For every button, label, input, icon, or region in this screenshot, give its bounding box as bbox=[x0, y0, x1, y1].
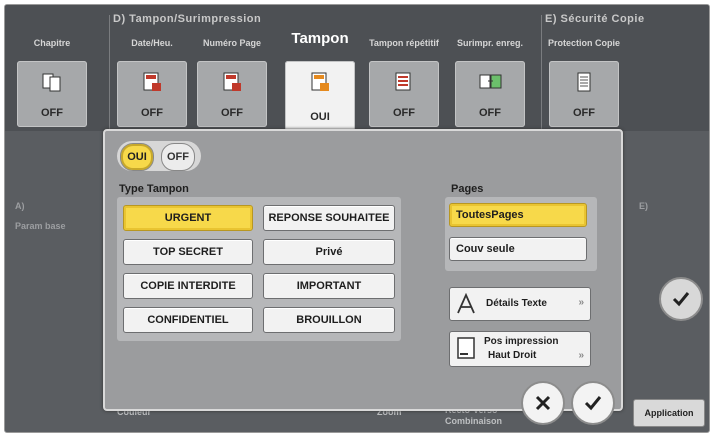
font-a-icon bbox=[457, 293, 475, 314]
text-details-button[interactable]: Détails Texte » bbox=[449, 287, 591, 321]
print-position-label: Pos impression bbox=[484, 336, 559, 347]
pages-group: ToutesPages Couv seule bbox=[445, 197, 597, 271]
stamp-urgent-button[interactable]: URGENT bbox=[123, 205, 253, 231]
tab-tampon[interactable]: Tampon OUI bbox=[281, 25, 359, 131]
tab-label: Date/Heu. bbox=[131, 38, 173, 48]
stamp-settings-panel: OUI OFF Type Tampon URGENT REPONSE SOUHA… bbox=[103, 129, 623, 425]
function-tab-bar: D) Tampon/Surimpression E) Sécurité Copi… bbox=[5, 5, 709, 131]
bg-combinaison: Combinaison bbox=[445, 416, 503, 426]
stamp-prive-button[interactable]: Privé bbox=[263, 239, 395, 265]
application-button[interactable]: Application bbox=[633, 399, 705, 427]
group-divider bbox=[541, 15, 542, 129]
tab-face: OFF bbox=[369, 61, 439, 127]
check-icon bbox=[584, 396, 602, 411]
tab-state: OFF bbox=[41, 107, 63, 119]
stamp-confidentiel-button[interactable]: CONFIDENTIEL bbox=[123, 307, 253, 333]
group-label-stamp: D) Tampon/Surimpression bbox=[113, 13, 262, 25]
tab-state: OFF bbox=[573, 107, 595, 119]
stamp-icon bbox=[311, 72, 329, 91]
tab-label: Protection Copie bbox=[547, 38, 620, 48]
check-icon bbox=[672, 292, 690, 307]
stamp-brouillon-button[interactable]: BROUILLON bbox=[263, 307, 395, 333]
tab-state: OUI bbox=[310, 111, 330, 123]
tab-label: Numéro Page bbox=[202, 38, 262, 48]
bg-section-e: E) bbox=[639, 201, 648, 211]
type-tampon-group: URGENT REPONSE SOUHAITEE TOP SECRET Priv… bbox=[117, 197, 401, 341]
tab-label: Surimpr. enreg. bbox=[456, 38, 524, 48]
tab-face: OUI bbox=[285, 61, 355, 131]
cancel-button[interactable] bbox=[521, 381, 565, 425]
page-position-icon bbox=[457, 337, 475, 359]
tab-numero-page[interactable]: Numéro Page OFF bbox=[193, 29, 271, 129]
tab-state: OFF bbox=[141, 107, 163, 119]
pages-title: Pages bbox=[451, 183, 484, 195]
ok-button[interactable] bbox=[571, 381, 615, 425]
bg-ok-button[interactable] bbox=[659, 277, 703, 321]
double-chevron-right-icon: » bbox=[578, 350, 584, 361]
pages-cover-only-button[interactable]: Couv seule bbox=[449, 237, 587, 261]
tab-state: OFF bbox=[479, 107, 501, 119]
stamp-reponse-button[interactable]: REPONSE SOUHAITEE bbox=[263, 205, 395, 231]
tab-face: OFF bbox=[117, 61, 187, 127]
tab-face: OFF bbox=[17, 61, 87, 127]
close-icon bbox=[535, 395, 551, 411]
tab-label: Chapitre bbox=[33, 38, 71, 48]
stamp-copie-interdite-button[interactable]: COPIE INTERDITE bbox=[123, 273, 253, 299]
print-position-button[interactable]: Pos impression Haut Droit » bbox=[449, 331, 591, 367]
on-toggle[interactable]: OUI bbox=[120, 143, 154, 171]
tab-label: Tampon répétitif bbox=[369, 38, 439, 48]
tab-face: OFF bbox=[197, 61, 267, 127]
group-divider bbox=[109, 15, 110, 129]
print-position-value: Haut Droit bbox=[488, 350, 537, 361]
overlay-icon bbox=[479, 74, 502, 89]
tab-face: OFF bbox=[549, 61, 619, 127]
stamp-top-secret-button[interactable]: TOP SECRET bbox=[123, 239, 253, 265]
tab-label: Tampon bbox=[291, 30, 349, 47]
off-toggle[interactable]: OFF bbox=[161, 143, 195, 171]
tab-state: OFF bbox=[221, 107, 243, 119]
bg-section-a: A) bbox=[15, 201, 25, 211]
tab-tampon-repetitif[interactable]: Tampon répétitif OFF bbox=[365, 29, 443, 129]
page-number-icon bbox=[223, 72, 241, 91]
tab-protection-copie[interactable]: Protection Copie OFF bbox=[545, 29, 623, 129]
repeat-stamp-icon bbox=[395, 72, 411, 91]
copy-protect-icon bbox=[577, 72, 591, 92]
double-chevron-right-icon: » bbox=[578, 297, 584, 308]
copier-screen: D) Tampon/Surimpression E) Sécurité Copi… bbox=[4, 4, 710, 433]
date-stamp-icon bbox=[143, 72, 161, 91]
tab-state: OFF bbox=[393, 107, 415, 119]
tab-date-heure[interactable]: Date/Heu. OFF bbox=[113, 29, 191, 129]
tab-surimpr-enreg[interactable]: Surimpr. enreg. OFF bbox=[451, 29, 529, 129]
chapter-icon bbox=[42, 73, 61, 92]
stamp-important-button[interactable]: IMPORTANT bbox=[263, 273, 395, 299]
tab-face: OFF bbox=[455, 61, 525, 127]
group-label-security: E) Sécurité Copie bbox=[545, 13, 645, 25]
type-tampon-title: Type Tampon bbox=[119, 183, 189, 195]
pages-all-button[interactable]: ToutesPages bbox=[449, 203, 587, 227]
tab-chapitre[interactable]: Chapitre OFF bbox=[13, 29, 91, 129]
bg-param-base: Param base bbox=[15, 221, 66, 231]
text-details-label: Détails Texte bbox=[486, 298, 547, 309]
on-off-switch: OUI OFF bbox=[117, 141, 201, 171]
